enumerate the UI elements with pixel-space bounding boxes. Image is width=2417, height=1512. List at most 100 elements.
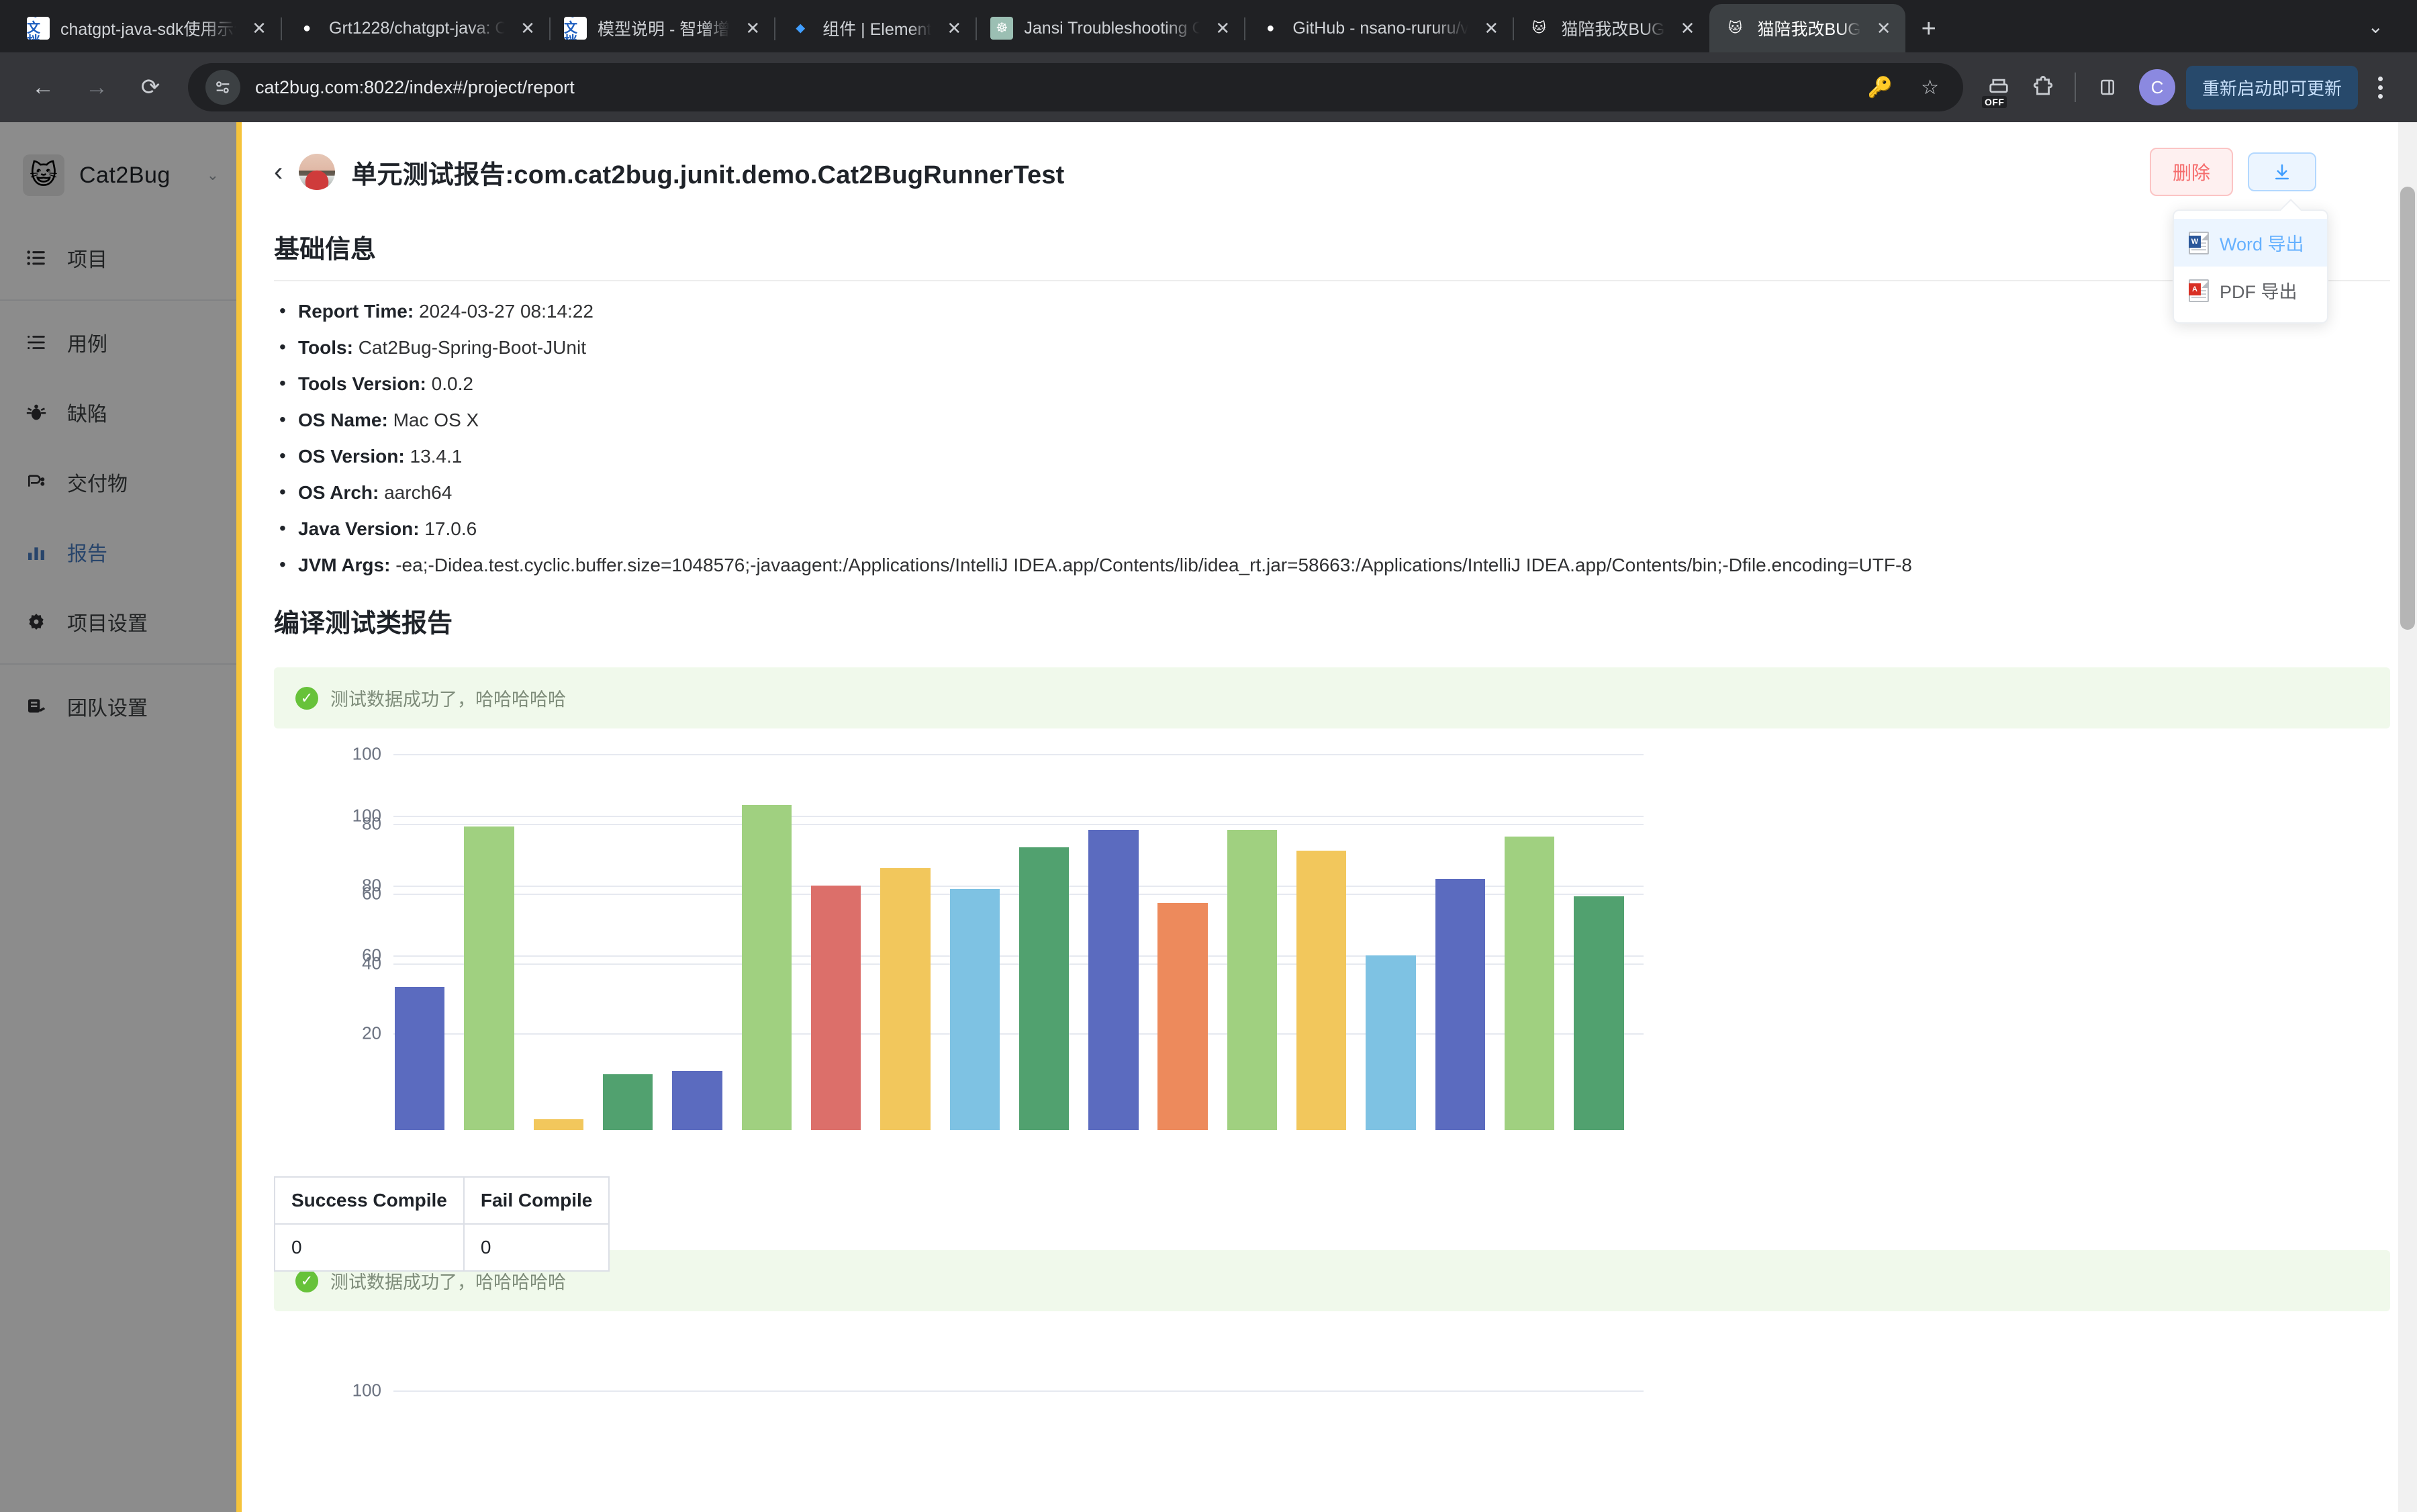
chart-bar[interactable] <box>1088 829 1139 1130</box>
info-key: OS Name: <box>298 410 388 430</box>
close-icon[interactable]: ✕ <box>942 18 966 39</box>
browser-tab[interactable]: ✎文档 chatgpt-java-sdk使用示例 ✕ <box>12 4 281 52</box>
chart-bar[interactable] <box>1366 955 1416 1130</box>
list-item: Tools: Cat2Bug-Spring-Boot-JUnit <box>279 330 2390 366</box>
chart-bar[interactable] <box>1574 896 1624 1130</box>
chart-bar[interactable] <box>741 805 792 1130</box>
url-text: cat2bug.com:8022/index#/project/report <box>255 77 575 97</box>
side-panel-icon[interactable] <box>2087 66 2128 108</box>
chart-bar[interactable] <box>533 1119 584 1130</box>
alert-message: 测试数据成功了，哈哈哈哈哈 <box>330 690 566 710</box>
brand-name: Cat2Bug <box>79 162 171 188</box>
browser-toolbar: ← → ⟳ cat2bug.com:8022/index#/project/re… <box>0 52 2417 122</box>
forward-button[interactable]: → <box>71 62 122 113</box>
sidebar-item-deliverables[interactable]: 交付物 <box>0 447 236 517</box>
close-icon[interactable]: ✕ <box>1872 18 1896 39</box>
browser-tab[interactable]: ☸ Jansi Troubleshooting G ✕ <box>976 4 1244 52</box>
close-icon[interactable]: ✕ <box>1676 18 1700 39</box>
chart-bar[interactable] <box>880 868 931 1130</box>
close-icon[interactable]: ✕ <box>247 18 271 39</box>
chart-bar[interactable] <box>1157 903 1208 1130</box>
list-item: OS Arch: aarch64 <box>279 475 2390 511</box>
interface-chart[interactable]: 100 <box>307 1337 1644 1512</box>
printer-off-icon[interactable]: OFF <box>1978 66 2020 108</box>
menu-item-pdf-export[interactable]: A PDF 导出 <box>2174 267 2327 314</box>
vertical-scrollbar[interactable] <box>2398 122 2417 1512</box>
section-heading-basic-info: 基础信息 <box>274 214 2390 281</box>
brand-header[interactable]: 😺 Cat2Bug ⌄ <box>0 132 236 223</box>
puzzle-extension-icon[interactable] <box>2022 66 2064 108</box>
avatar <box>299 154 336 190</box>
cat2bug-icon: 🐱 <box>1531 21 1546 36</box>
back-button[interactable]: ← <box>17 62 68 113</box>
info-key: Report Time: <box>298 301 414 322</box>
chart-bar[interactable] <box>602 1074 653 1130</box>
address-bar[interactable]: cat2bug.com:8022/index#/project/report 🔑… <box>188 63 1963 111</box>
table-row: 0 0 <box>274 1223 610 1272</box>
sidebar-item-project-settings[interactable]: 项目设置 <box>0 587 236 657</box>
compile-chart[interactable]: 100 80 60 40 20 100 80 60 <box>307 744 1644 1130</box>
compile-summary-table: Success Compile Fail Compile 0 0 <box>274 1176 610 1272</box>
info-value: 17.0.6 <box>424 518 477 539</box>
sidebar-item-team-settings[interactable]: 团队设置 <box>0 671 236 741</box>
basic-info-list: Report Time: 2024-03-27 08:14:22 Tools: … <box>274 281 2390 587</box>
bar-chart-icon <box>23 541 50 563</box>
close-icon[interactable]: ✕ <box>1479 18 1503 39</box>
browser-tab[interactable]: ● GitHub - nsano-rururu/v ✕ <box>1244 4 1513 52</box>
download-export-button[interactable] <box>2248 152 2316 191</box>
browser-tab[interactable]: ⬥ 组件 | Element ✕ <box>774 4 976 52</box>
delete-button[interactable]: 删除 <box>2149 148 2233 196</box>
element-icon: ⬥ <box>796 21 806 36</box>
info-key: OS Arch: <box>298 482 379 503</box>
chevron-down-icon[interactable]: ⌄ <box>207 167 219 184</box>
star-icon[interactable]: ☆ <box>1914 76 1946 99</box>
chart-bar[interactable] <box>672 1070 722 1130</box>
chart-bar[interactable] <box>1018 847 1070 1130</box>
chart-bar[interactable] <box>1296 851 1347 1130</box>
profile-avatar[interactable]: C <box>2138 69 2175 105</box>
update-button[interactable]: 重新启动即可更新 <box>2185 65 2358 109</box>
info-value: 0.0.2 <box>431 373 473 394</box>
page-title: 单元测试报告:com.cat2bug.junit.demo.Cat2BugRun… <box>351 160 1065 189</box>
sidebar-item-testcases[interactable]: 用例 <box>0 308 236 377</box>
browser-tab[interactable]: 🐱 猫陪我改BUG ✕ <box>1513 4 1709 52</box>
chart-bar[interactable] <box>1435 878 1486 1130</box>
new-tab-button[interactable]: + <box>1905 5 1952 52</box>
site-info-icon[interactable] <box>205 70 240 105</box>
chart-bar[interactable] <box>395 986 445 1130</box>
menu-item-word-export[interactable]: W Word 导出 <box>2174 219 2327 267</box>
info-key: Java Version: <box>298 518 420 539</box>
info-value: Cat2Bug-Spring-Boot-JUnit <box>358 337 586 358</box>
reload-button[interactable]: ⟳ <box>125 62 176 113</box>
table-header-row: Success Compile Fail Compile <box>274 1176 610 1225</box>
pdf-file-icon: A <box>2189 279 2209 302</box>
close-icon[interactable]: ✕ <box>1211 18 1235 39</box>
chart-bar[interactable] <box>1505 837 1555 1130</box>
close-icon[interactable]: ✕ <box>741 18 765 39</box>
column-header: Fail Compile <box>463 1176 610 1225</box>
chart-y-tick-label: 100 <box>352 743 381 764</box>
browser-tab[interactable]: ● Grt1228/chatgpt-java: C ✕ <box>281 4 549 52</box>
chart-bar[interactable] <box>1227 829 1278 1130</box>
browser-tab-active[interactable]: 🐱 猫陪我改BUG ✕ <box>1709 4 1905 52</box>
sidebar-item-label: 项目 <box>67 249 107 271</box>
tab-title: 组件 | Element <box>822 20 932 39</box>
chart-bar[interactable] <box>949 889 1000 1130</box>
sidebar-item-defects[interactable]: 缺陷 <box>0 377 236 447</box>
chevron-down-icon[interactable]: ⌄ <box>2353 15 2398 38</box>
sidebar-nav: 项目 用例 缺陷 交付物 报告 项目设置 团队设置 <box>0 223 236 741</box>
team-settings-icon <box>23 696 50 717</box>
sidebar-item-reports[interactable]: 报告 <box>0 517 236 587</box>
browser-tab[interactable]: ✎文档 模型说明 - 智增增 ✕ <box>549 4 774 52</box>
chart-bar[interactable] <box>810 886 861 1130</box>
tab-title: Jansi Troubleshooting G <box>1024 18 1200 38</box>
close-icon[interactable]: ✕ <box>516 18 540 39</box>
scrollbar-thumb[interactable] <box>2400 187 2415 630</box>
sidebar-item-projects[interactable]: 项目 <box>0 223 236 293</box>
chart-bar[interactable] <box>464 826 514 1130</box>
back-arrow-icon[interactable]: ‹ <box>274 158 283 185</box>
key-icon[interactable]: 🔑 <box>1861 76 1899 99</box>
browser-menu-button[interactable] <box>2361 66 2400 109</box>
sidebar-item-label: 用例 <box>67 334 107 356</box>
sidebar: 😺 Cat2Bug ⌄ 项目 用例 缺陷 交付物 报告 项目设置 团队设置 <box>0 122 242 1512</box>
